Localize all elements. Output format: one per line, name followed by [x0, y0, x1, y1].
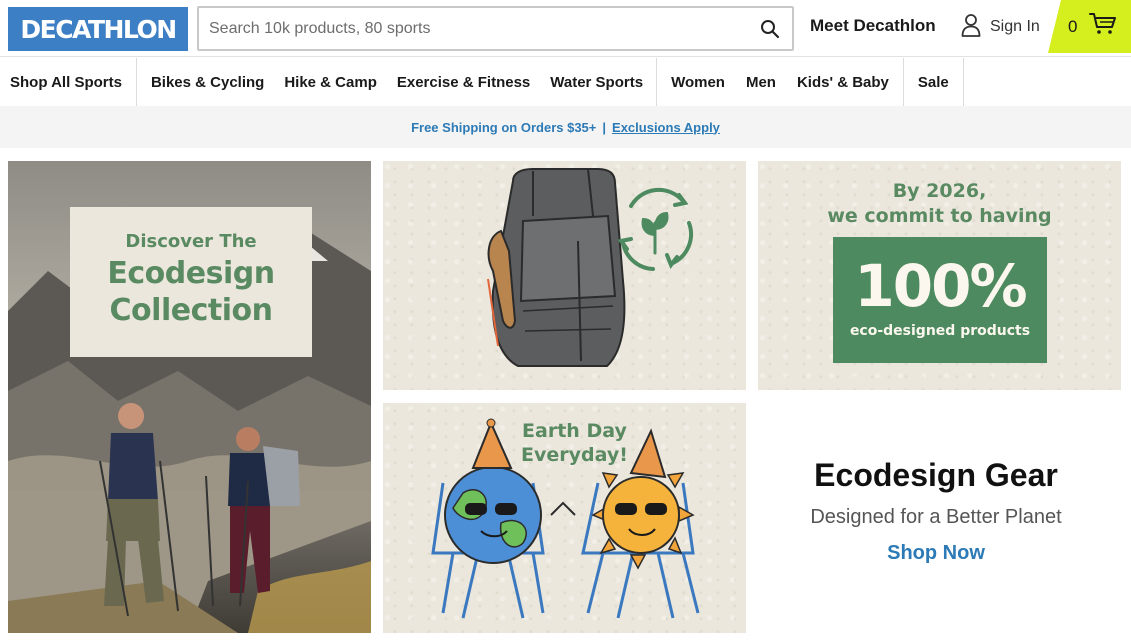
search-icon[interactable] [760, 19, 780, 39]
cart-button[interactable]: 0 [1048, 0, 1131, 53]
cart-count: 0 [1068, 16, 1078, 36]
nav-item-women[interactable]: Women [671, 58, 725, 106]
search-input[interactable] [209, 8, 749, 49]
recycle-leaf-icon [617, 187, 693, 271]
nav-item-sale[interactable]: Sale [918, 58, 949, 106]
earth-sun-illustration [431, 418, 700, 619]
commit-text: By 2026, we commit to having [758, 179, 1121, 229]
site-header: DECATHLON Meet Decathlon Sign In 0 [0, 0, 1131, 57]
commit-line1: By 2026, [892, 180, 987, 202]
backpack-illustration [487, 168, 693, 367]
backpack-tile[interactable] [383, 161, 746, 390]
ecodesign-gear-block: Ecodesign Gear Designed for a Better Pla… [758, 402, 1114, 634]
commit-sub: eco-designed products [849, 323, 1031, 339]
shipping-promo-bar: Free Shipping on Orders $35+ | Exclusion… [0, 106, 1131, 148]
search-box[interactable] [197, 6, 794, 51]
ecodesign-collection-tile[interactable]: Discover The Ecodesign Collection [8, 161, 371, 633]
gear-subheading: Designed for a Better Planet [810, 506, 1062, 528]
collection-title: Ecodesign Collection [70, 255, 312, 329]
collection-card: Discover The Ecodesign Collection [70, 207, 312, 357]
exclusions-link[interactable]: Exclusions Apply [612, 120, 720, 135]
sign-in-label: Sign In [990, 18, 1040, 35]
commit-badge: 100% eco-designed products [833, 237, 1047, 363]
nav-group-sale: Sale [904, 58, 964, 106]
user-icon [961, 13, 981, 42]
nav-item-shop-all-sports[interactable]: Shop All Sports [10, 58, 122, 106]
earth-character [444, 418, 542, 564]
shop-now-link[interactable]: Shop Now [758, 542, 1114, 565]
promo-text: Free Shipping on Orders $35+ [411, 119, 597, 135]
nav-group-sports: Bikes & Cycling Hike & Camp Exercise & F… [137, 58, 658, 106]
meet-decathlon-link[interactable]: Meet Decathlon [810, 16, 936, 36]
nav-item-water-sports[interactable]: Water Sports [550, 58, 643, 106]
cart-icon [1089, 12, 1117, 41]
sun-character [591, 428, 695, 570]
commit-line2: we commit to having [827, 205, 1052, 227]
nav-item-bikes-cycling[interactable]: Bikes & Cycling [151, 58, 264, 106]
gear-heading: Ecodesign Gear [814, 457, 1058, 493]
nav-item-exercise-fitness[interactable]: Exercise & Fitness [397, 58, 530, 106]
promo-separator: | [602, 119, 607, 135]
nav-group-people: Women Men Kids' & Baby [657, 58, 904, 106]
main-nav: Shop All Sports Bikes & Cycling Hike & C… [0, 58, 1131, 106]
nav-group-all: Shop All Sports [0, 58, 137, 106]
nav-item-kids-baby[interactable]: Kids' & Baby [797, 58, 889, 106]
collection-line1: Discover The [125, 231, 257, 252]
decathlon-logo[interactable]: DECATHLON [8, 7, 188, 51]
sign-in-button[interactable]: Sign In [961, 13, 1040, 41]
nav-item-hike-camp[interactable]: Hike & Camp [284, 58, 377, 106]
collection-line2: Ecodesign [107, 256, 275, 291]
commit-percent: 100% [854, 252, 1027, 320]
nav-item-men[interactable]: Men [746, 58, 776, 106]
commitment-tile[interactable]: By 2026, we commit to having 100% eco-de… [758, 161, 1121, 390]
collection-line3: Collection [109, 293, 273, 328]
earth-day-tile[interactable]: Earth Day Everyday! [383, 403, 746, 633]
